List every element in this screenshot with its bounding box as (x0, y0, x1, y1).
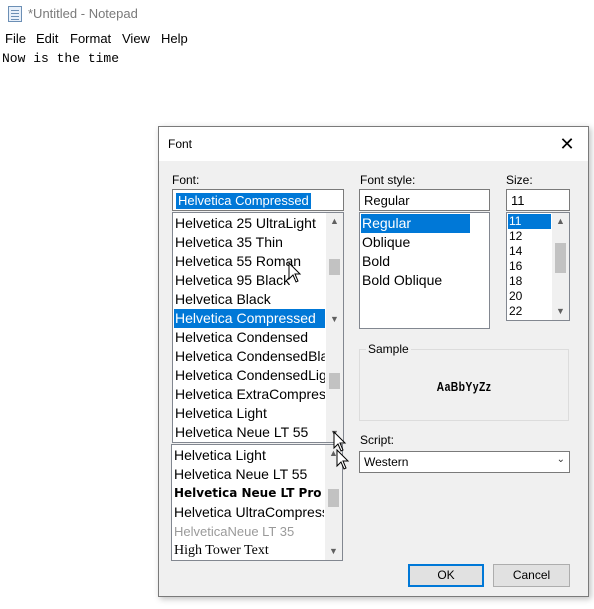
cancel-button[interactable]: Cancel (493, 564, 570, 587)
menu-format[interactable]: Format (70, 31, 111, 46)
size-item[interactable]: 22 (508, 304, 551, 319)
font-item[interactable]: Helvetica 25 UltraLight (174, 214, 325, 233)
scroll-up-icon[interactable]: ▲ (326, 213, 343, 230)
scroll-up-icon[interactable]: ▲ (552, 213, 569, 230)
style-item[interactable]: Bold (361, 252, 470, 271)
editor-content[interactable]: Now is the time (2, 51, 119, 66)
ok-button[interactable]: OK (408, 564, 484, 587)
script-select-value: Western (364, 455, 409, 469)
font-style-input[interactable]: Regular (359, 189, 490, 211)
font-list-scrollbar[interactable]: ▲ ▼ ▼ (326, 213, 343, 442)
font-list-duplicate[interactable]: Helvetica Light Helvetica Neue LT 55 Hel… (171, 444, 343, 561)
font-item[interactable]: Helvetica CondensedLight (174, 366, 325, 385)
menu-bar: File Edit Format View Help (0, 28, 594, 48)
dialog-title: Font (168, 137, 193, 151)
size-list[interactable]: 11 12 14 16 18 20 22 ▲ ▼ (506, 212, 570, 321)
scroll-thumb[interactable] (555, 243, 566, 273)
size-item[interactable]: 20 (508, 289, 551, 304)
mouse-cursor-icon (336, 449, 350, 470)
size-input[interactable]: 11 (506, 189, 570, 211)
mouse-cursor-icon (288, 262, 302, 283)
dialog-title-bar: Font ✕ (159, 127, 588, 161)
sample-text: AaBbYyZz (436, 379, 492, 394)
menu-view[interactable]: View (122, 31, 150, 46)
size-list-scrollbar[interactable]: ▲ ▼ (552, 213, 569, 320)
style-item[interactable]: Bold Oblique (361, 271, 470, 290)
size-item-selected[interactable]: 11 (508, 214, 551, 229)
size-input-value: 11 (511, 193, 525, 208)
font-item[interactable]: Helvetica 55 Roman (174, 252, 325, 271)
font-style-list[interactable]: Regular Oblique Bold Bold Oblique (359, 212, 490, 329)
scroll-thumb[interactable] (329, 259, 340, 275)
size-item[interactable]: 18 (508, 274, 551, 289)
font-item[interactable]: Helvetica Neue LT 55 (174, 423, 325, 442)
menu-help[interactable]: Help (161, 31, 188, 46)
font-item[interactable]: Helvetica Light (174, 404, 325, 423)
style-item-selected[interactable]: Regular (361, 214, 470, 233)
script-label: Script: (360, 433, 395, 447)
title-bar: *Untitled - Notepad (0, 0, 594, 28)
font-item[interactable]: Helvetica Condensed (174, 328, 325, 347)
font-input[interactable]: Helvetica Compressed (172, 189, 344, 211)
scroll-down-icon[interactable]: ▼ (552, 303, 569, 320)
font-input-value: Helvetica Compressed (176, 193, 311, 209)
size-item[interactable]: 12 (508, 229, 551, 244)
menu-file[interactable]: File (5, 31, 26, 46)
font-item[interactable]: Helvetica UltraCompressed (173, 503, 324, 522)
font-item[interactable]: High Tower Text (173, 541, 324, 560)
size-label: Size: (506, 173, 533, 187)
font-item[interactable]: Helvetica CondensedBlack (174, 347, 325, 366)
close-icon[interactable]: ✕ (556, 133, 578, 155)
font-item[interactable]: Helvetica Neue LT Pro (173, 484, 324, 503)
font-item[interactable]: Helvetica Black (174, 290, 325, 309)
sample-box: AaBbYyZz (359, 349, 569, 421)
style-item[interactable]: Oblique (361, 233, 470, 252)
size-item[interactable]: 14 (508, 244, 551, 259)
scroll-thumb[interactable] (329, 373, 340, 389)
font-style-label: Font style: (360, 173, 416, 187)
font-item[interactable]: Helvetica ExtraCompressed (174, 385, 325, 404)
font-label: Font: (172, 173, 200, 187)
font-style-input-value: Regular (364, 193, 410, 208)
font-item-selected[interactable]: Helvetica Compressed (174, 309, 325, 328)
notepad-icon (8, 6, 22, 22)
scroll-thumb[interactable] (328, 489, 339, 507)
font-item[interactable]: HelveticaNeue LT 35 (173, 522, 324, 541)
size-item[interactable]: 16 (508, 259, 551, 274)
font-list[interactable]: Helvetica 25 UltraLight Helvetica 35 Thi… (172, 212, 344, 443)
window-title: *Untitled - Notepad (28, 6, 138, 21)
font-item[interactable]: Helvetica Neue LT 55 (173, 465, 324, 484)
scroll-down-icon[interactable]: ▼ (325, 543, 342, 560)
scroll-down-icon[interactable]: ▼ (326, 311, 343, 328)
font-item[interactable]: Helvetica Light (173, 446, 324, 465)
menu-edit[interactable]: Edit (36, 31, 58, 46)
sample-label: Sample (366, 342, 411, 356)
font-item[interactable]: Helvetica 35 Thin (174, 233, 325, 252)
font-item[interactable]: Helvetica 95 Black (174, 271, 325, 290)
script-select[interactable]: Western ⌄ (359, 451, 570, 473)
chevron-down-icon: ⌄ (556, 454, 565, 465)
